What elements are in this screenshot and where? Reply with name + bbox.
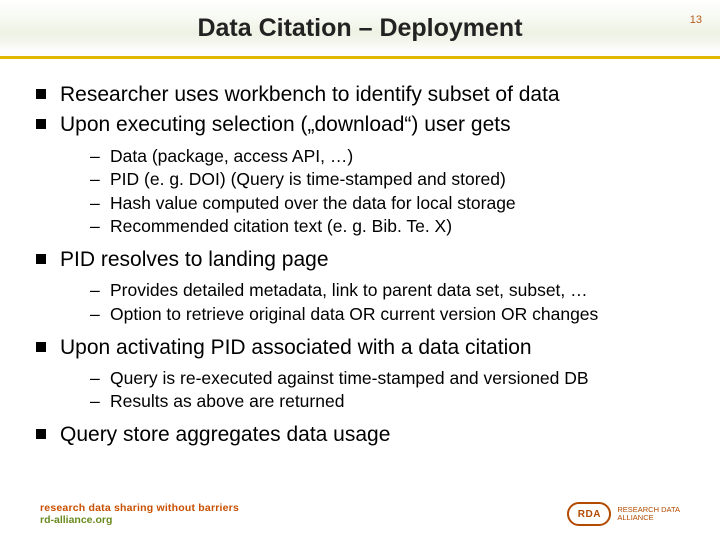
bullet-list: Researcher uses workbench to identify su… xyxy=(36,82,690,448)
bullet-item: Upon activating PID associated with a da… xyxy=(36,335,690,415)
sub-bullet-item: Recommended citation text (e. g. Bib. Te… xyxy=(90,215,690,239)
sub-bullet-item: Provides detailed metadata, link to pare… xyxy=(90,279,690,303)
footer-url: rd-alliance.org xyxy=(40,514,239,526)
sub-bullet-item: Query is re-executed against time-stampe… xyxy=(90,367,690,391)
footer-tagline: research data sharing without barriers xyxy=(40,502,239,514)
bullet-item: Upon executing selection („download“) us… xyxy=(36,112,690,239)
sub-bullet-item: PID (e. g. DOI) (Query is time-stamped a… xyxy=(90,168,690,192)
bullet-item: Query store aggregates data usage xyxy=(36,422,690,448)
rda-logo-icon: RDA xyxy=(567,502,611,526)
sub-bullet-list: Query is re-executed against time-stampe… xyxy=(90,367,690,414)
sub-bullet-item: Data (package, access API, …) xyxy=(90,145,690,169)
rda-text-line2: ALLIANCE xyxy=(617,514,680,522)
sub-bullet-item: Results as above are returned xyxy=(90,390,690,414)
sub-bullet-item: Hash value computed over the data for lo… xyxy=(90,192,690,216)
bullet-text: Upon activating PID associated with a da… xyxy=(60,336,532,359)
slide-footer: research data sharing without barriers r… xyxy=(40,486,680,526)
footer-right: RDA RESEARCH DATA ALLIANCE xyxy=(567,502,680,526)
bullet-text: PID resolves to landing page xyxy=(60,248,329,271)
bullet-item: Researcher uses workbench to identify su… xyxy=(36,82,690,108)
page-number: 13 xyxy=(690,14,702,26)
rda-logo-text: RESEARCH DATA ALLIANCE xyxy=(617,506,680,522)
slide-content: Researcher uses workbench to identify su… xyxy=(36,82,690,452)
header-accent-line xyxy=(0,56,720,59)
slide-title: Data Citation – Deployment xyxy=(0,14,720,43)
bullet-text: Upon executing selection („download“) us… xyxy=(60,113,511,136)
bullet-text: Query store aggregates data usage xyxy=(60,423,390,446)
bullet-item: PID resolves to landing page Provides de… xyxy=(36,247,690,327)
sub-bullet-list: Data (package, access API, …) PID (e. g.… xyxy=(90,145,690,240)
bullet-text: Researcher uses workbench to identify su… xyxy=(60,83,560,106)
sub-bullet-list: Provides detailed metadata, link to pare… xyxy=(90,279,690,326)
sub-bullet-item: Option to retrieve original data OR curr… xyxy=(90,303,690,327)
footer-left: research data sharing without barriers r… xyxy=(40,502,239,526)
